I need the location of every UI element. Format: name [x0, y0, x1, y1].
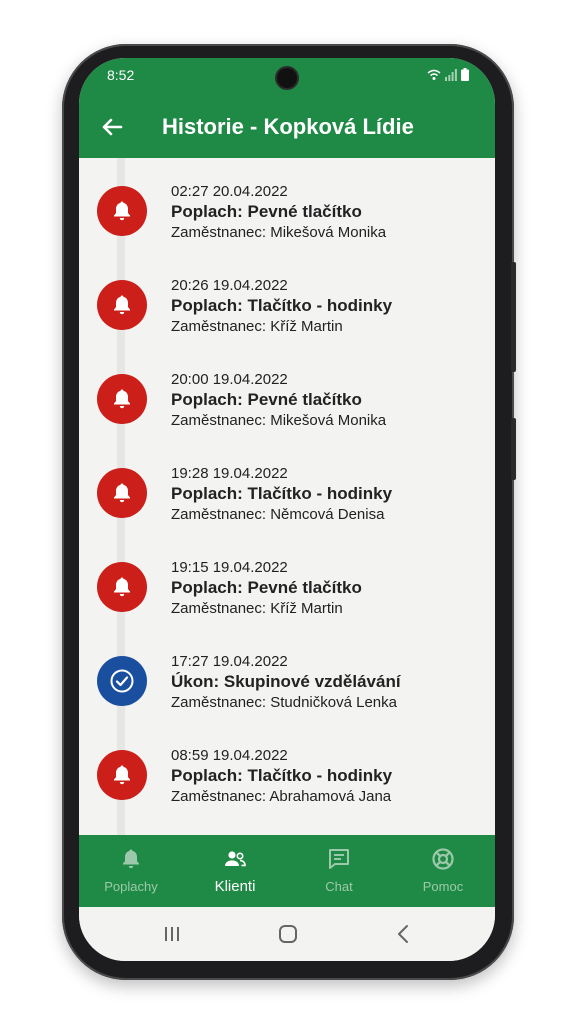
check-circle-icon	[110, 669, 134, 693]
nav-tab-chat[interactable]: Chat	[287, 835, 391, 907]
item-text: 19:28 19.04.2022 Poplach: Tlačítko - hod…	[171, 464, 392, 525]
item-title: Poplach: Pevné tlačítko	[171, 578, 362, 597]
item-time: 17:27 19.04.2022	[171, 653, 288, 670]
status-icons	[427, 68, 469, 81]
wifi-icon	[427, 69, 441, 80]
alarm-badge	[97, 186, 147, 236]
history-item[interactable]: 19:15 19.04.2022 Poplach: Pevné tlačítko…	[79, 534, 495, 628]
front-camera	[277, 68, 297, 88]
item-title: Poplach: Tlačítko - hodinky	[171, 484, 393, 503]
bell-icon	[114, 765, 130, 785]
battery-icon	[461, 68, 469, 81]
nav-tab-klienti[interactable]: Klienti	[183, 835, 287, 907]
item-text: 20:26 19.04.2022 Poplach: Tlačítko - hod…	[171, 276, 392, 337]
history-item[interactable]: 02:27 20.04.2022 Poplach: Pevné tlačítko…	[79, 158, 495, 252]
bell-icon	[114, 295, 130, 315]
nav-label: Chat	[325, 879, 353, 894]
item-employee: Zaměstnanec: Mikešová Monika	[171, 412, 387, 429]
item-title: Poplach: Tlačítko - hodinky	[171, 296, 393, 315]
item-employee: Zaměstnanec: Abrahamová Jana	[171, 788, 392, 805]
item-time: 19:28 19.04.2022	[171, 465, 288, 482]
bell-icon	[114, 483, 130, 503]
item-title: Úkon: Skupinové vzdělávání	[171, 672, 401, 691]
item-time: 19:15 19.04.2022	[171, 559, 288, 576]
users-icon	[225, 851, 246, 867]
nav-label: Klienti	[214, 878, 256, 895]
status-bar: 8:52	[79, 58, 495, 92]
item-time: 08:59 19.04.2022	[171, 747, 288, 764]
recent-apps-icon[interactable]	[159, 921, 185, 947]
item-title: Poplach: Tlačítko - hodinky	[171, 766, 393, 785]
home-icon[interactable]	[275, 921, 301, 947]
screen: 8:52 Historie - Kopková Lídie 02:27 20.0…	[79, 58, 495, 961]
lifebuoy-icon	[432, 848, 454, 870]
item-text: 19:15 19.04.2022 Poplach: Pevné tlačítko…	[171, 558, 362, 619]
item-employee: Zaměstnanec: Kříž Martin	[171, 600, 343, 617]
power-button	[511, 418, 516, 480]
bell-icon	[114, 389, 130, 409]
item-title: Poplach: Pevné tlačítko	[171, 202, 362, 221]
item-time: 02:27 20.04.2022	[171, 183, 288, 200]
alarm-badge	[97, 562, 147, 612]
chat-icon	[329, 849, 349, 869]
item-time: 20:00 19.04.2022	[171, 371, 288, 388]
system-nav-bar	[79, 907, 495, 961]
bell-icon	[114, 201, 130, 221]
history-item[interactable]: 08:59 19.04.2022 Poplach: Tlačítko - hod…	[79, 722, 495, 816]
history-item[interactable]: 19:28 19.04.2022 Poplach: Tlačítko - hod…	[79, 440, 495, 534]
back-nav-icon[interactable]	[391, 921, 417, 947]
nav-tab-poplachy[interactable]: Poplachy	[79, 835, 183, 907]
bell-icon	[114, 577, 130, 597]
bottom-nav: Poplachy Klienti Chat Pomoc	[79, 835, 495, 907]
alarm-badge	[97, 468, 147, 518]
item-employee: Zaměstnanec: Mikešová Monika	[171, 224, 387, 241]
history-item[interactable]: 17:27 19.04.2022 Úkon: Skupinové vzděláv…	[79, 628, 495, 722]
nav-tab-pomoc[interactable]: Pomoc	[391, 835, 495, 907]
item-time: 20:26 19.04.2022	[171, 277, 288, 294]
nav-label: Poplachy	[104, 879, 158, 894]
item-text: 02:27 20.04.2022 Poplach: Pevné tlačítko…	[171, 182, 386, 243]
item-text: 20:00 19.04.2022 Poplach: Pevné tlačítko…	[171, 370, 386, 431]
item-employee: Zaměstnanec: Studničková Lenka	[171, 694, 397, 711]
bell-icon	[123, 849, 139, 869]
back-button[interactable]	[97, 112, 127, 142]
item-employee: Zaměstnanec: Kříž Martin	[171, 318, 343, 335]
alarm-badge	[97, 374, 147, 424]
signal-icon	[445, 68, 457, 81]
item-employee: Zaměstnanec: Němcová Denisa	[171, 506, 385, 523]
history-item[interactable]: 20:00 19.04.2022 Poplach: Pevné tlačítko…	[79, 346, 495, 440]
nav-label: Pomoc	[422, 879, 464, 894]
task-badge	[97, 656, 147, 706]
item-title: Poplach: Pevné tlačítko	[171, 390, 362, 409]
page-title: Historie - Kopková Lídie	[162, 114, 414, 139]
toolbar: Historie - Kopková Lídie	[79, 98, 495, 158]
alarm-badge	[97, 280, 147, 330]
status-time: 8:52	[107, 67, 135, 83]
alarm-badge	[97, 750, 147, 800]
arrow-left-icon	[102, 118, 123, 136]
volume-button	[511, 262, 516, 372]
app-header: 8:52 Historie - Kopková Lídie	[79, 58, 495, 158]
item-text: 17:27 19.04.2022 Úkon: Skupinové vzděláv…	[171, 652, 401, 713]
item-text: 08:59 19.04.2022 Poplach: Tlačítko - hod…	[171, 746, 392, 807]
history-list[interactable]: 02:27 20.04.2022 Poplach: Pevné tlačítko…	[79, 158, 495, 835]
history-item[interactable]: 20:26 19.04.2022 Poplach: Tlačítko - hod…	[79, 252, 495, 346]
